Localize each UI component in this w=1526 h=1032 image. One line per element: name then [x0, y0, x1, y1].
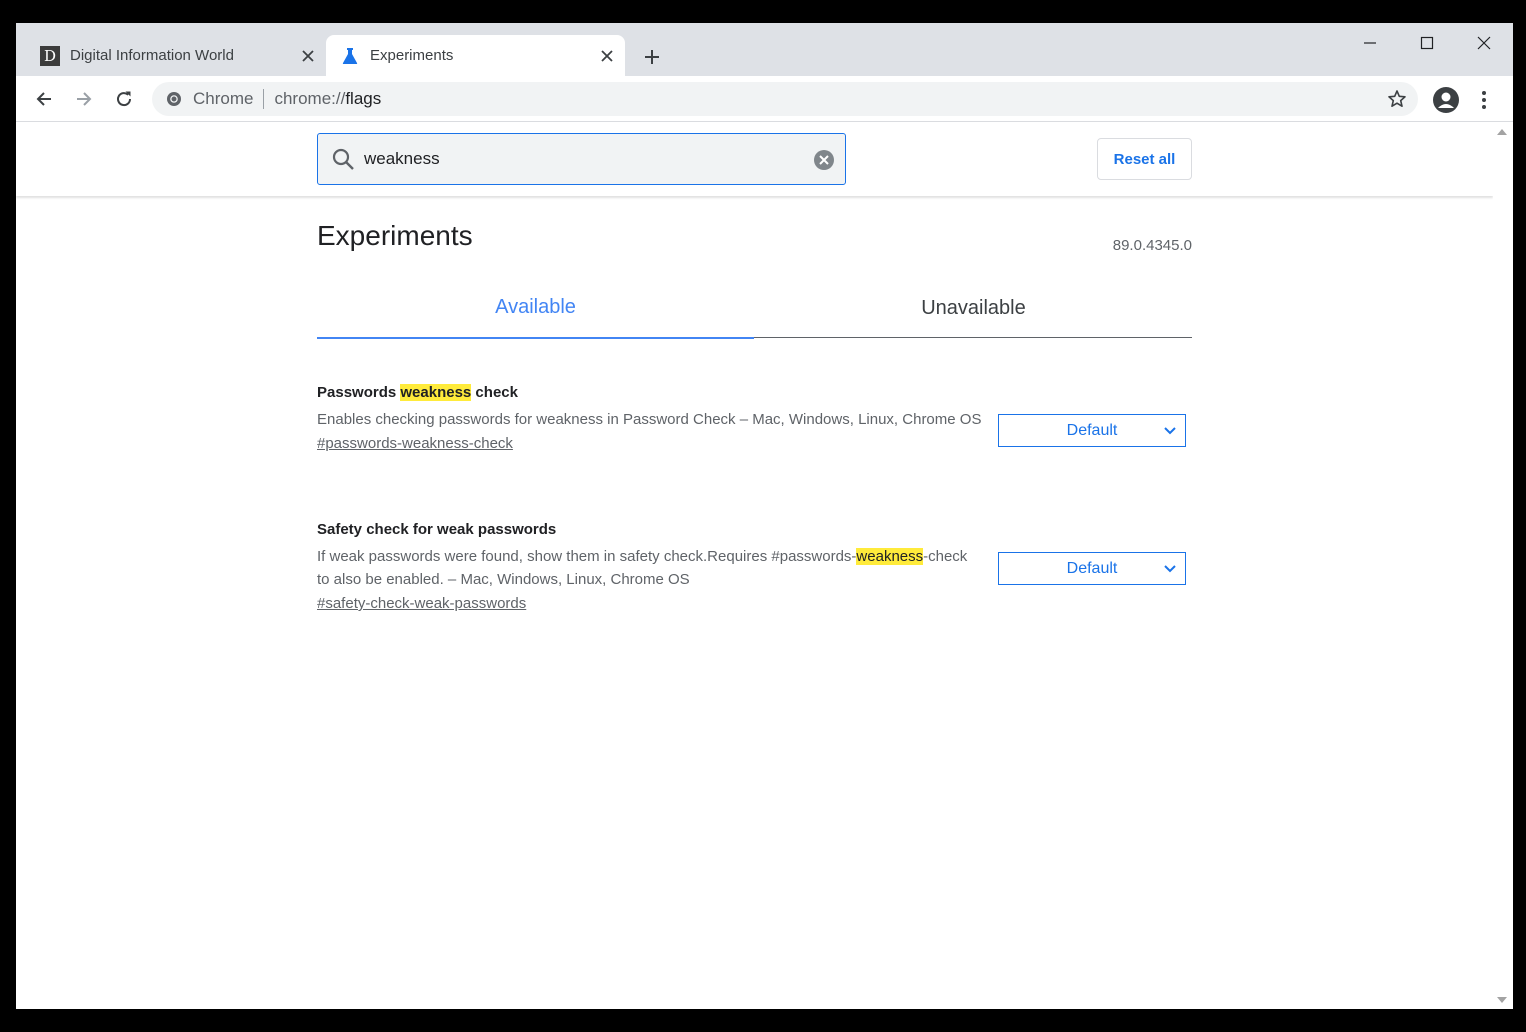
address-bar[interactable]: Chrome chrome://flags [152, 82, 1418, 116]
back-button[interactable] [28, 83, 60, 115]
tab-digital-information-world[interactable]: D Digital Information World [26, 35, 326, 76]
forward-button[interactable] [68, 83, 100, 115]
clear-search-icon[interactable] [813, 149, 835, 171]
flag-permalink[interactable]: #safety-check-weak-passwords [317, 595, 526, 612]
flag-state-value: Default [1066, 559, 1118, 577]
tab-available[interactable]: Available [317, 278, 754, 339]
search-box[interactable] [317, 133, 846, 185]
tab-experiments[interactable]: Experiments [326, 35, 625, 76]
scrollbar[interactable] [1493, 123, 1513, 1009]
tab-strip: D Digital Information World Experiments [16, 23, 1513, 76]
search-icon [330, 146, 356, 172]
browser-window: D Digital Information World Experiments [16, 23, 1513, 1009]
flag-item: Safety check for weak passwords If weak … [317, 520, 1192, 613]
maximize-button[interactable] [1405, 27, 1449, 59]
security-chip-label: Chrome [193, 89, 254, 108]
flag-state-value: Default [1066, 421, 1118, 439]
url-text: chrome://flags [274, 89, 382, 108]
minimize-button[interactable] [1348, 27, 1392, 59]
chrome-logo-icon [165, 90, 183, 108]
new-tab-button[interactable] [638, 43, 666, 71]
flags-tabs: Available Unavailable [317, 278, 1192, 339]
browser-toolbar: Chrome chrome://flags [16, 76, 1513, 122]
site-favicon-icon: D [40, 45, 60, 66]
tab-title: Experiments [370, 47, 454, 64]
scroll-up-arrow-icon[interactable] [1497, 129, 1507, 135]
flag-item: Passwords weakness check Enables checkin… [317, 383, 1192, 453]
page-title: Experiments [317, 220, 473, 251]
flag-name: Safety check for weak passwords [317, 521, 557, 538]
profile-avatar-icon[interactable] [1431, 85, 1461, 115]
plus-icon [645, 50, 659, 64]
omnibox-separator [263, 89, 265, 109]
arrow-left-icon [36, 92, 51, 106]
close-tab-icon[interactable] [595, 44, 619, 68]
page-content: Reset all Experiments 89.0.4345.0 Availa… [16, 123, 1493, 1009]
flags-header: Reset all [16, 123, 1493, 196]
close-window-button[interactable] [1462, 27, 1506, 59]
scroll-down-arrow-icon[interactable] [1497, 997, 1507, 1003]
bookmark-star-icon[interactable] [1386, 88, 1408, 110]
search-input[interactable] [364, 149, 794, 169]
flask-icon [340, 46, 360, 66]
flag-description: If weak passwords were found, show them … [317, 548, 968, 588]
close-tab-icon[interactable] [296, 44, 320, 68]
reload-icon [117, 91, 132, 107]
flag-state-select[interactable]: Default [998, 552, 1186, 585]
tab-unavailable[interactable]: Unavailable [755, 278, 1192, 338]
minimize-icon [1364, 42, 1376, 44]
flag-description: Enables checking passwords for weakness … [317, 411, 982, 428]
chevron-down-icon [1163, 562, 1177, 576]
reset-all-button[interactable]: Reset all [1097, 138, 1192, 180]
chevron-down-icon [1163, 424, 1177, 438]
close-icon [1477, 36, 1491, 50]
maximize-icon [1420, 36, 1434, 50]
search-highlight: weakness [400, 384, 472, 401]
search-highlight: weakness [856, 548, 924, 565]
flag-permalink[interactable]: #passwords-weakness-check [317, 435, 513, 452]
flag-name: Passwords weakness check [317, 384, 518, 401]
tab-title: Digital Information World [70, 47, 234, 64]
menu-kebab-icon[interactable] [1472, 85, 1496, 115]
flag-state-select[interactable]: Default [998, 414, 1186, 447]
arrow-right-icon [77, 92, 92, 106]
version-label: 89.0.4345.0 [1112, 237, 1192, 254]
reload-button[interactable] [108, 83, 140, 115]
